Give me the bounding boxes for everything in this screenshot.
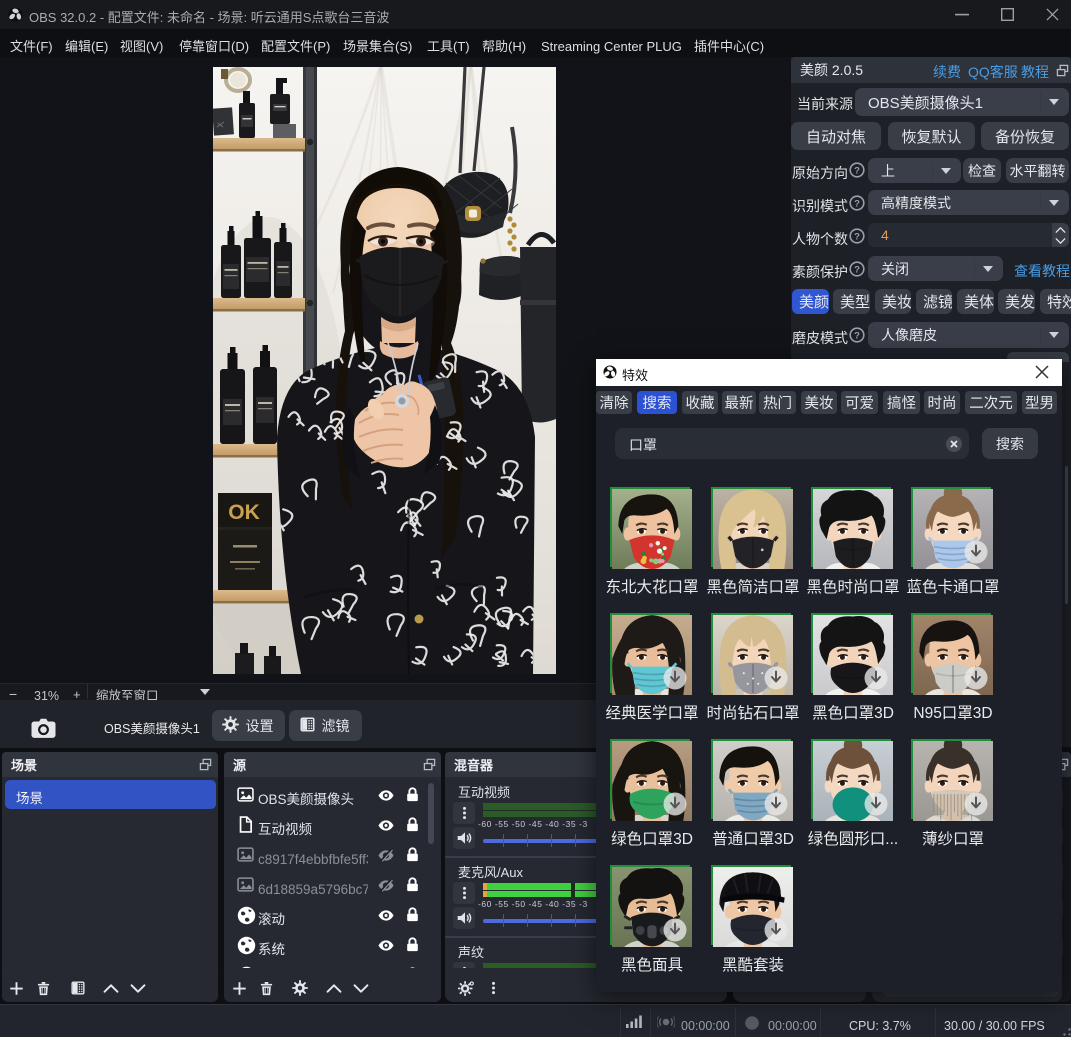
svg-text:OK: OK <box>228 501 260 524</box>
svg-text:?: ? <box>854 198 860 209</box>
svg-text:?: ? <box>854 264 860 275</box>
svg-text:?: ? <box>854 231 860 242</box>
svg-text:?: ? <box>854 330 860 341</box>
svg-text:?: ? <box>854 165 860 176</box>
